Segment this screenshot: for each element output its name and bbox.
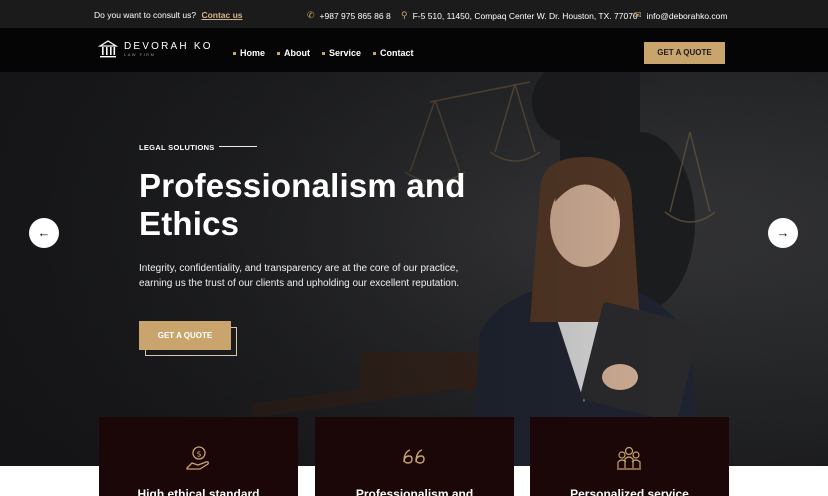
nav-label: Service xyxy=(329,48,362,58)
email-address: info@deborahko.com xyxy=(646,10,728,21)
nav-menu: Home About Service Contact xyxy=(233,48,414,58)
courthouse-icon xyxy=(98,40,118,58)
nav-item-service[interactable]: Service xyxy=(322,48,361,58)
hero-headline: Professionalism and Ethics xyxy=(139,167,466,242)
hero-eyebrow: LEGAL SOLUTIONS xyxy=(139,143,215,152)
bullet-icon xyxy=(322,52,326,56)
logo-subtitle: LAW FIRM xyxy=(124,52,156,57)
feature-cards: $ High ethical standard Professionalism … xyxy=(0,417,828,496)
hero-slider: LEGAL SOLUTIONS Professionalism and Ethi… xyxy=(0,72,828,466)
consult-prompt: Do you want to consult us? Contac us xyxy=(94,10,243,20)
contact-us-link[interactable]: Contac us xyxy=(201,10,242,20)
address-text: F-5 510, 11450, Compaq Center W. Dr. Hou… xyxy=(412,10,638,21)
logo-name: DEVORAH KO xyxy=(124,41,213,52)
main-navbar: DEVORAH KO LAW FIRM Home About Service C… xyxy=(0,28,828,72)
top-info-bar: Do you want to consult us? Contac us ✆ +… xyxy=(0,0,828,28)
logo[interactable]: DEVORAH KO LAW FIRM xyxy=(98,39,213,59)
hero-quote-button[interactable]: GET A QUOTE xyxy=(139,321,231,350)
feature-card-title: Personalized service xyxy=(570,487,689,496)
svg-text:$: $ xyxy=(196,450,201,459)
consult-text: Do you want to consult us? xyxy=(94,10,197,20)
slider-next-button[interactable]: → xyxy=(768,218,798,248)
arrow-right-icon: → xyxy=(776,225,790,240)
phone-icon: ✆ xyxy=(307,10,315,20)
feature-card-title: High ethical standard xyxy=(137,487,260,496)
quote-icon xyxy=(403,449,425,464)
phone-info[interactable]: ✆ +987 975 865 86 8 xyxy=(307,10,391,21)
team-icon xyxy=(617,446,641,470)
nav-label: About xyxy=(284,48,311,58)
feature-card-personalized[interactable]: Personalized service xyxy=(530,417,729,496)
email-info[interactable]: ✉ info@deborahko.com xyxy=(634,10,727,21)
location-pin-icon: ⚲ xyxy=(401,10,408,20)
phone-number: +987 975 865 86 8 xyxy=(319,10,391,21)
feature-card-professionalism[interactable]: Professionalism and xyxy=(315,417,514,496)
address-info: ⚲ F-5 510, 11450, Compaq Center W. Dr. H… xyxy=(401,10,638,21)
bullet-icon xyxy=(233,52,236,56)
slider-prev-button[interactable]: ← xyxy=(29,218,59,248)
feature-card-title: Professionalism and xyxy=(355,487,474,496)
nav-item-home[interactable]: Home xyxy=(233,48,265,58)
eyebrow-divider xyxy=(219,146,257,147)
nav-label: Contact xyxy=(380,48,414,58)
nav-item-contact[interactable]: Contact xyxy=(373,48,414,58)
feature-card-ethical[interactable]: $ High ethical standard xyxy=(99,417,298,496)
arrow-left-icon: ← xyxy=(37,225,51,240)
hand-coin-icon: $ xyxy=(186,446,209,470)
nav-item-about[interactable]: About xyxy=(277,48,310,58)
bullet-icon xyxy=(373,52,377,56)
header-quote-button[interactable]: GET A QUOTE xyxy=(644,42,725,64)
bullet-icon xyxy=(277,52,281,56)
hero-description: Integrity, confidentiality, and transpar… xyxy=(139,263,460,289)
nav-label: Home xyxy=(240,48,266,58)
envelope-icon: ✉ xyxy=(634,10,642,20)
